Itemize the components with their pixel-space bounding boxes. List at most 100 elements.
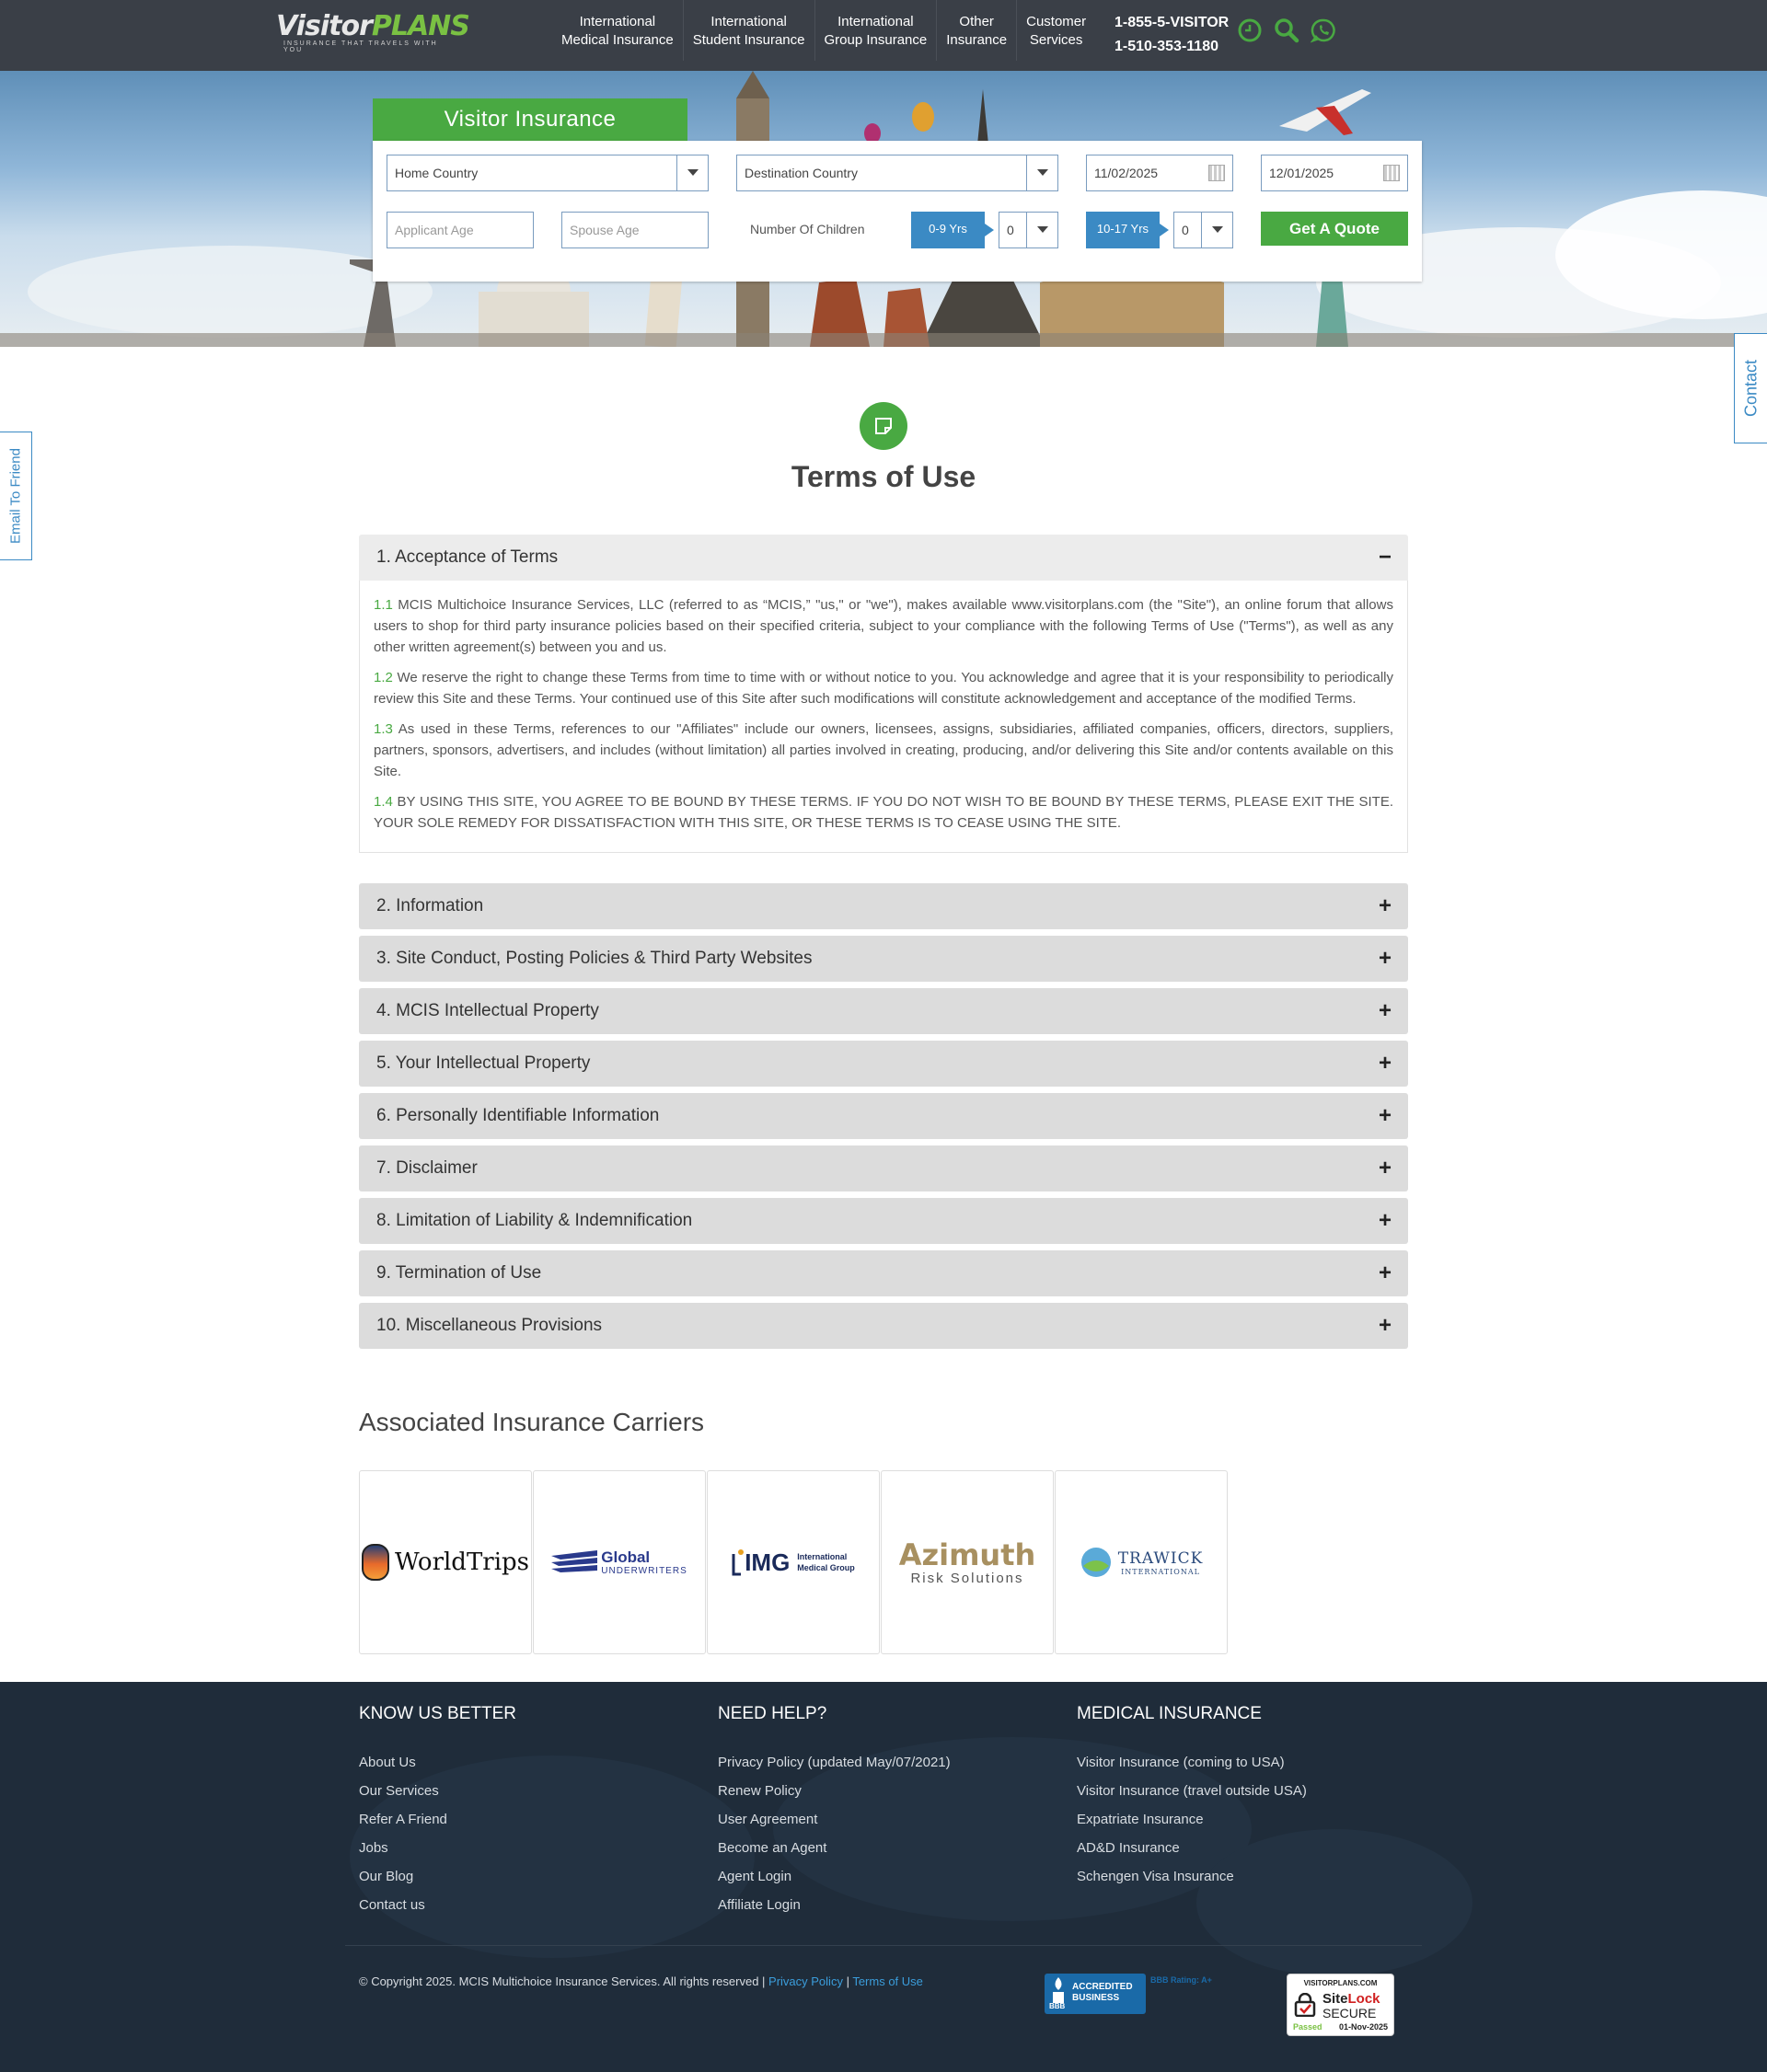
footer-link-contact-us[interactable]: Contact us: [359, 1891, 516, 1919]
clock-icon[interactable]: [1236, 17, 1264, 44]
bbb-rating-text: BBB Rating: A+: [1150, 1975, 1212, 1985]
footer-link-schengen-visa-insurance[interactable]: Schengen Visa Insurance: [1077, 1862, 1307, 1891]
nav-customer-services[interactable]: Customer Services: [1017, 0, 1095, 61]
nav-international-student-insurance[interactable]: International Student Insurance: [684, 0, 815, 61]
footer-link-expatriate-insurance[interactable]: Expatriate Insurance: [1077, 1805, 1307, 1834]
nav-label: Services: [1029, 32, 1083, 48]
chevron-down-icon[interactable]: [1026, 213, 1057, 247]
copyright-privacy-link[interactable]: Privacy Policy: [768, 1974, 843, 1988]
nav-label: Other: [959, 14, 994, 29]
phone-local[interactable]: 1-510-353-1180: [1114, 35, 1229, 59]
chevron-down-icon[interactable]: [676, 155, 708, 190]
footer-link-our-blog[interactable]: Our Blog: [359, 1862, 516, 1891]
children-0-9-value: 0: [1007, 223, 1014, 237]
expand-icon[interactable]: +: [1379, 1250, 1392, 1296]
children-10-17-select[interactable]: 0: [1173, 212, 1233, 248]
expand-icon[interactable]: +: [1379, 883, 1392, 929]
sitelock-domain: VISITORPLANS.COM: [1303, 1979, 1378, 1987]
bbb-accredited-badge[interactable]: BBB ACCREDITED BUSINESS BBB Rating: A+: [1045, 1974, 1229, 2014]
accordion-header-acceptance[interactable]: 1. Acceptance of Terms −: [359, 535, 1408, 581]
accordion-header-mcis-ip[interactable]: 4. MCIS Intellectual Property +: [359, 988, 1408, 1034]
accordion-header-pii[interactable]: 6. Personally Identifiable Information +: [359, 1093, 1408, 1139]
carrier-azimuth[interactable]: Azimuth Risk Solutions: [881, 1470, 1054, 1654]
accordion-header-miscellaneous[interactable]: 10. Miscellaneous Provisions +: [359, 1303, 1408, 1349]
accordion-header-your-ip[interactable]: 5. Your Intellectual Property +: [359, 1041, 1408, 1087]
expand-icon[interactable]: +: [1379, 988, 1392, 1034]
footer-link-our-services[interactable]: Our Services: [359, 1777, 516, 1805]
email-to-friend-tab[interactable]: Email To Friend: [0, 432, 32, 560]
footer-link-user-agreement[interactable]: User Agreement: [718, 1805, 951, 1834]
carrier-worldtrips[interactable]: WorldTrips: [359, 1470, 532, 1654]
worldtrips-logo-mark: [361, 1544, 389, 1581]
lock-icon: [1294, 1993, 1316, 2017]
footer-column-medical-insurance: MEDICAL INSURANCE Visitor Insurance (com…: [1077, 1704, 1307, 1891]
expand-icon[interactable]: +: [1379, 1093, 1392, 1139]
sitelock-secure-badge[interactable]: VISITORPLANS.COM SiteLock SECURE Passed …: [1287, 1974, 1394, 2036]
nav-other-insurance[interactable]: Other Insurance: [937, 0, 1018, 61]
home-country-select[interactable]: Home Country: [387, 155, 709, 191]
nav-label: Customer: [1026, 14, 1087, 29]
whatsapp-icon[interactable]: [1310, 17, 1337, 44]
accordion-header-liability[interactable]: 8. Limitation of Liability & Indemnifica…: [359, 1198, 1408, 1244]
footer-link-add-insurance[interactable]: AD&D Insurance: [1077, 1834, 1307, 1862]
destination-country-select[interactable]: Destination Country: [736, 155, 1058, 191]
phone-toll-free[interactable]: 1-855-5-VISITOR: [1114, 11, 1229, 35]
footer-link-jobs[interactable]: Jobs: [359, 1834, 516, 1862]
carrier-trawick[interactable]: TRAWICK INTERNATIONAL: [1055, 1470, 1228, 1654]
expand-icon[interactable]: +: [1379, 1145, 1392, 1191]
footer-link-visitor-insurance-outside-usa[interactable]: Visitor Insurance (travel outside USA): [1077, 1777, 1307, 1805]
bbb-badge-box: BBB ACCREDITED BUSINESS: [1045, 1974, 1146, 2014]
carrier-img[interactable]: IMG International Medical Group: [707, 1470, 880, 1654]
accordion-header-termination[interactable]: 9. Termination of Use +: [359, 1250, 1408, 1296]
footer-link-affiliate-login[interactable]: Affiliate Login: [718, 1891, 951, 1919]
accordion-header-site-conduct[interactable]: 3. Site Conduct, Posting Policies & Thir…: [359, 936, 1408, 982]
applicant-age-input[interactable]: Applicant Age: [387, 212, 534, 248]
accordion-body-acceptance: 1.1 MCIS Multichoice Insurance Services,…: [359, 581, 1408, 853]
footer-link-become-an-agent[interactable]: Become an Agent: [718, 1834, 951, 1862]
accordion-section-9: 9. Termination of Use +: [359, 1250, 1408, 1296]
accordion-header-disclaimer[interactable]: 7. Disclaimer +: [359, 1145, 1408, 1191]
footer-link-agent-login[interactable]: Agent Login: [718, 1862, 951, 1891]
calendar-icon[interactable]: [1383, 165, 1400, 181]
chevron-down-icon[interactable]: [1026, 155, 1057, 190]
terms-paragraph: 1.1 MCIS Multichoice Insurance Services,…: [374, 594, 1393, 658]
accordion-section-2: 2. Information +: [359, 883, 1408, 929]
footer-link-about-us[interactable]: About Us: [359, 1748, 516, 1777]
terms-paragraph: 1.4 BY USING THIS SITE, YOU AGREE TO BE …: [374, 791, 1393, 834]
chevron-down-icon[interactable]: [1201, 213, 1232, 247]
paragraph-number: 1.3: [374, 721, 393, 737]
contact-tab[interactable]: Contact: [1734, 333, 1767, 443]
expand-icon[interactable]: +: [1379, 1198, 1392, 1244]
paragraph-text: MCIS Multichoice Insurance Services, LLC…: [374, 597, 1393, 655]
copyright-terms-link[interactable]: Terms of Use: [852, 1974, 923, 1988]
visitorplans-logo[interactable]: VisitorPLANS INSURANCE THAT TRAVELS WITH…: [276, 11, 470, 54]
collapse-icon[interactable]: −: [1379, 535, 1392, 581]
accordion-title: 4. MCIS Intellectual Property: [376, 1001, 599, 1020]
footer-link-privacy-policy[interactable]: Privacy Policy (updated May/07/2021): [718, 1748, 951, 1777]
accordion-section-7: 7. Disclaimer +: [359, 1145, 1408, 1191]
nav-label: Student Insurance: [692, 32, 805, 48]
start-date-input[interactable]: 11/02/2025: [1086, 155, 1233, 191]
footer-link-renew-policy[interactable]: Renew Policy: [718, 1777, 951, 1805]
trawick-logo-subtext: INTERNATIONAL: [1121, 1567, 1200, 1576]
nav-international-medical-insurance[interactable]: International Medical Insurance: [552, 0, 684, 61]
accordion-title: 8. Limitation of Liability & Indemnifica…: [376, 1211, 693, 1230]
accordion-title: 10. Miscellaneous Provisions: [376, 1316, 603, 1335]
visitor-insurance-tab[interactable]: Visitor Insurance: [373, 98, 687, 141]
get-a-quote-button[interactable]: Get A Quote: [1261, 212, 1408, 246]
expand-icon[interactable]: +: [1379, 1303, 1392, 1349]
accordion-section-acceptance: 1. Acceptance of Terms − 1.1 MCIS Multic…: [359, 535, 1408, 853]
carrier-global-underwriters[interactable]: Global UNDERWRITERS: [533, 1470, 706, 1654]
spouse-age-input[interactable]: Spouse Age: [561, 212, 709, 248]
children-0-9-select[interactable]: 0: [999, 212, 1058, 248]
trawick-logo-text: TRAWICK: [1117, 1548, 1204, 1568]
footer-link-refer-a-friend[interactable]: Refer A Friend: [359, 1805, 516, 1834]
nav-international-group-insurance[interactable]: International Group Insurance: [815, 0, 938, 61]
accordion-header-information[interactable]: 2. Information +: [359, 883, 1408, 929]
search-icon[interactable]: [1273, 17, 1300, 44]
footer-link-visitor-insurance-usa[interactable]: Visitor Insurance (coming to USA): [1077, 1748, 1307, 1777]
expand-icon[interactable]: +: [1379, 1041, 1392, 1087]
expand-icon[interactable]: +: [1379, 936, 1392, 982]
end-date-input[interactable]: 12/01/2025: [1261, 155, 1408, 191]
calendar-icon[interactable]: [1208, 165, 1225, 181]
